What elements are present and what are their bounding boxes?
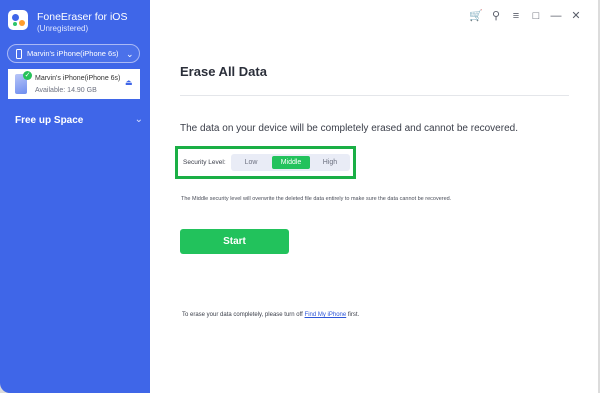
start-button[interactable]: Start — [180, 229, 289, 254]
window-toolbar: 🛒 ⚲ ≡ □ — ✕ — [464, 6, 584, 23]
page-title: Erase All Data — [180, 64, 267, 79]
main-panel: 🛒 ⚲ ≡ □ — ✕ Erase All Data The data on your d… — [150, 0, 598, 393]
chevron-down-icon: ⌄ — [126, 49, 134, 59]
menu-icon[interactable]: ≡ — [508, 9, 524, 23]
app-subtitle: (Unregistered) — [37, 24, 89, 33]
sidebar: FoneEraser for iOS (Unregistered) Marvin… — [0, 0, 150, 393]
chevron-down-icon: ⌄ — [134, 114, 143, 125]
footer-hint: To erase your data completely, please tu… — [182, 311, 359, 319]
erase-description: The data on your device will be complete… — [180, 123, 518, 134]
eject-icon[interactable]: ⏏ — [125, 78, 133, 88]
security-level-middle[interactable]: Middle — [272, 156, 310, 169]
security-level-high[interactable]: High — [313, 156, 347, 169]
divider — [180, 95, 569, 96]
security-level-note: The Middle security level will overwrite… — [181, 196, 452, 202]
app-title: FoneEraser for iOS — [37, 11, 128, 23]
key-icon[interactable]: ⚲ — [488, 9, 504, 23]
device-dropdown[interactable]: Marvin's iPhone(iPhone 6s) ⌄ — [7, 44, 140, 63]
security-level-highlight: Security Level: Low Middle High — [175, 146, 356, 179]
sidebar-item-free-up-space[interactable]: Free up Space ⌄ — [15, 114, 143, 129]
sidebar-item-label: Free up Space — [15, 115, 84, 126]
footer-prefix: To erase your data completely, please tu… — [182, 312, 303, 318]
device-name: Marvin's iPhone(iPhone 6s) — [35, 75, 121, 82]
security-level-selector: Low Middle High — [231, 154, 350, 171]
app-logo-icon — [8, 10, 28, 30]
security-level-label: Security Level: — [183, 159, 226, 166]
find-my-iphone-link[interactable]: Find My iPhone — [305, 312, 347, 318]
security-level-low[interactable]: Low — [234, 156, 268, 169]
cart-icon[interactable]: 🛒 — [468, 9, 484, 23]
device-card[interactable]: ✓ Marvin's iPhone(iPhone 6s) Available: … — [8, 69, 140, 99]
close-icon[interactable]: ✕ — [568, 9, 584, 23]
connected-check-icon: ✓ — [23, 71, 32, 80]
feedback-icon[interactable]: □ — [528, 9, 544, 23]
device-dropdown-label: Marvin's iPhone(iPhone 6s) — [27, 49, 119, 58]
minimize-icon[interactable]: — — [548, 9, 564, 23]
device-available-storage: Available: 14.90 GB — [35, 87, 97, 94]
footer-suffix: first. — [347, 312, 360, 318]
phone-icon — [16, 49, 22, 59]
